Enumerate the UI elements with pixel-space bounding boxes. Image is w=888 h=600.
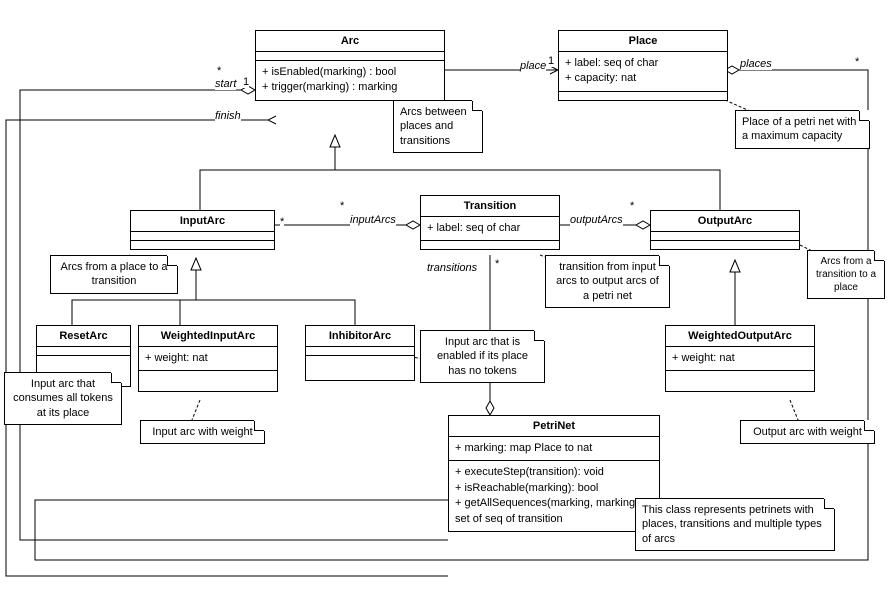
note-transition: transition from input arcs to output arc… [545, 255, 670, 308]
class-title: Transition [421, 196, 559, 217]
class-petrinet: PetriNet + marking: map Place to nat + e… [448, 415, 660, 532]
class-title: OutputArc [651, 211, 799, 232]
op: + isEnabled(marking) : bool [262, 65, 438, 80]
assoc-outputarcs: outputArcs [570, 214, 623, 226]
mult: * [855, 56, 859, 68]
assoc-finish: finish [215, 110, 241, 122]
note-arc: Arcs between places and transitions [393, 100, 483, 153]
mult: * [630, 200, 634, 212]
assoc-places: places [740, 58, 772, 70]
mult: * [495, 258, 499, 270]
class-title: Place [559, 31, 727, 52]
class-title: Arc [256, 31, 444, 52]
mult: 1 [548, 55, 554, 67]
mult: 1 [243, 76, 249, 88]
attr: + label: seq of char [565, 56, 721, 71]
note-outputarc: Arcs from a transition to a place [807, 250, 885, 299]
note-inputarc: Arcs from a place to a transition [50, 255, 178, 294]
op: + getAllSequences(marking, marking) : se… [455, 496, 653, 527]
class-outputarc: OutputArc [650, 210, 800, 250]
class-title: WeightedInputArc [139, 326, 277, 347]
note-petrinet: This class represents petrinets with pla… [635, 498, 835, 551]
attr: + weight: nat [145, 351, 271, 366]
note-inhibitorarc: Input arc that is enabled if its place h… [420, 330, 545, 383]
assoc-transitions: transitions [427, 262, 477, 274]
note-place: Place of a petri net with a maximum capa… [735, 110, 870, 149]
class-weightedoutputarc: WeightedOutputArc + weight: nat [665, 325, 815, 392]
class-inhibitorarc: InhibitorArc [305, 325, 415, 381]
class-title: InhibitorArc [306, 326, 414, 347]
note-weightedinputarc: Input arc with weight [140, 420, 265, 444]
class-weightedinputarc: WeightedInputArc + weight: nat [138, 325, 278, 392]
mult: * [340, 200, 344, 212]
class-title: InputArc [131, 211, 274, 232]
note-weightedoutputarc: Output arc with weight [740, 420, 875, 444]
note-resetarc: Input arc that consumes all tokens at it… [4, 372, 122, 425]
mult: * [280, 216, 284, 228]
class-arc: Arc + isEnabled(marking) : bool + trigge… [255, 30, 445, 101]
op: + executeStep(transition): void [455, 465, 653, 480]
class-title: WeightedOutputArc [666, 326, 814, 347]
attr: + weight: nat [672, 351, 808, 366]
op: + trigger(marking) : marking [262, 80, 438, 95]
class-inputarc: InputArc [130, 210, 275, 250]
attr: + label: seq of char [427, 221, 553, 236]
class-title: PetriNet [449, 416, 659, 437]
mult: * [217, 65, 221, 77]
op: + isReachable(marking): bool [455, 481, 653, 496]
assoc-place: place [520, 60, 546, 72]
class-transition: Transition + label: seq of char [420, 195, 560, 250]
class-place: Place + label: seq of char + capacity: n… [558, 30, 728, 101]
attr: + marking: map Place to nat [455, 441, 653, 456]
assoc-start: start [215, 78, 236, 90]
class-title: ResetArc [37, 326, 130, 347]
attr: + capacity: nat [565, 71, 721, 86]
assoc-inputarcs: inputArcs [350, 214, 396, 226]
